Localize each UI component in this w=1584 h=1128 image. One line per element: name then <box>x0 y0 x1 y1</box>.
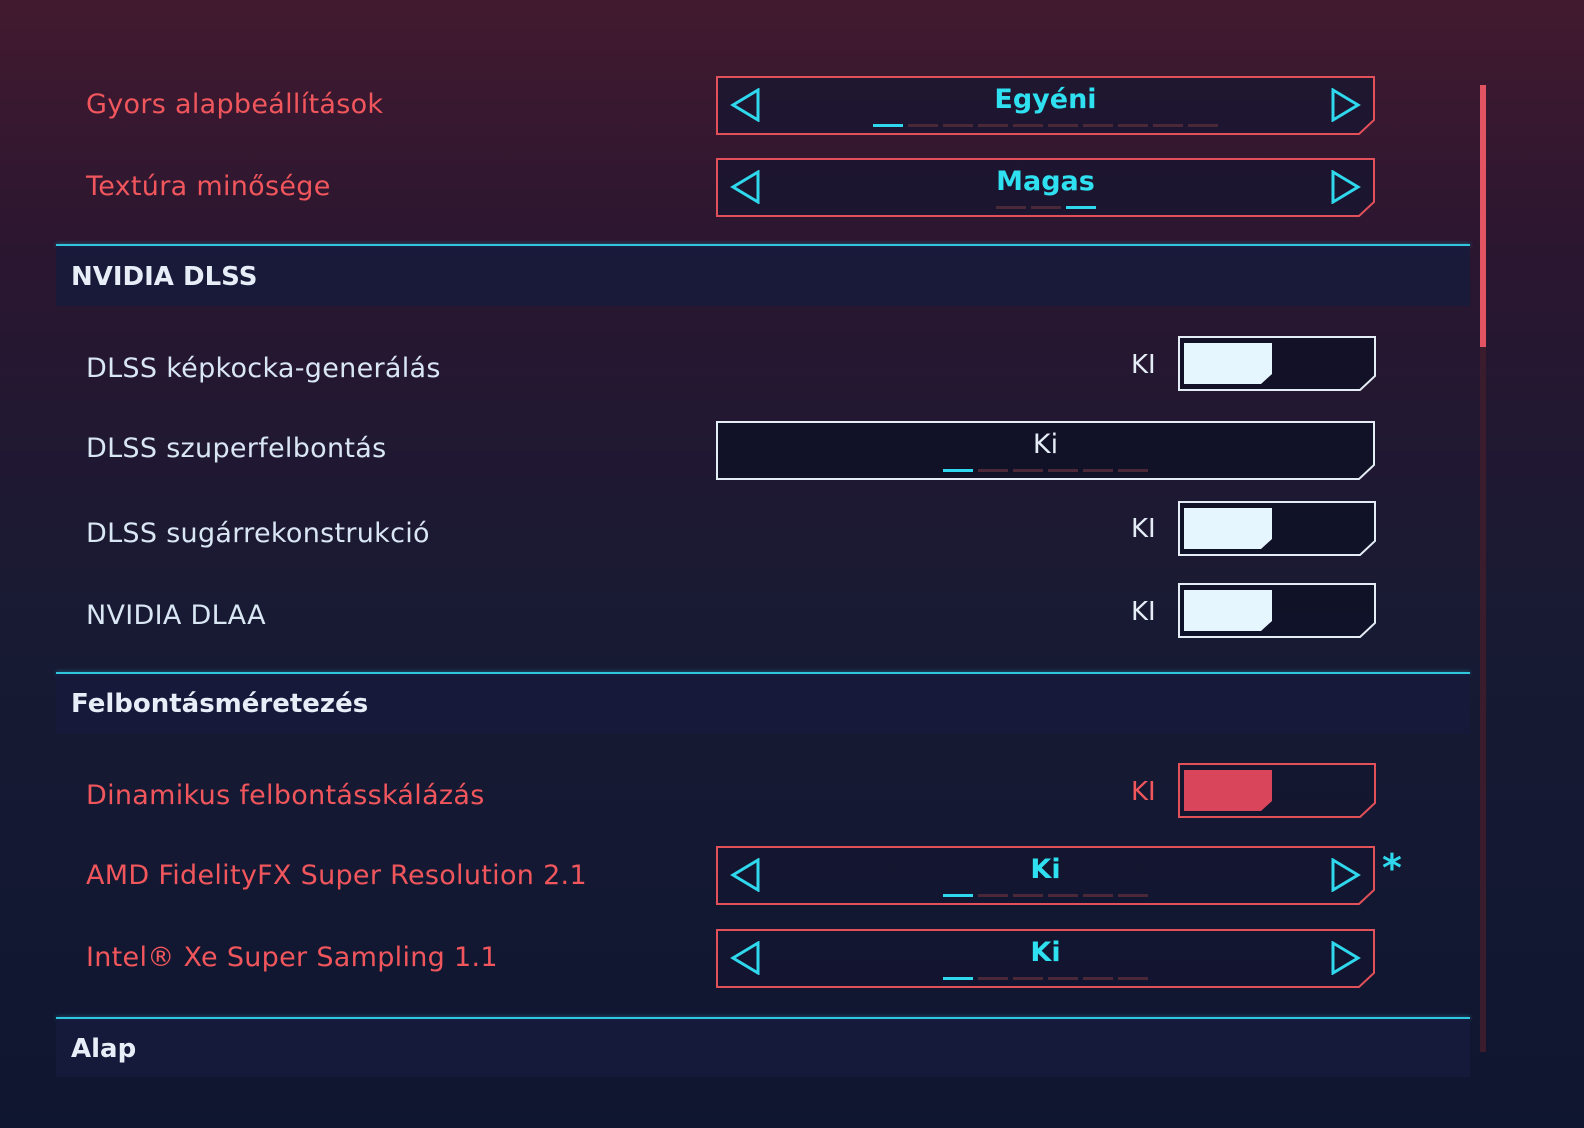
section-title-basic: Alap <box>71 1034 137 1064</box>
scrollbar-thumb[interactable] <box>1480 85 1486 347</box>
amd-fsr-selector[interactable]: Ki <box>716 846 1375 905</box>
intel-xess-value: Ki <box>1030 937 1061 968</box>
dynamic-resolution-label: Dinamikus felbontásskálázás <box>86 780 485 811</box>
dlss-level-indicator <box>716 469 1375 472</box>
quick-preset-value: Egyéni <box>994 84 1097 115</box>
section-title-resolution-scaling: Felbontásméretezés <box>71 689 369 719</box>
nvidia-dlaa-toggle[interactable] <box>1178 583 1376 638</box>
dlss-frame-generation-state: KI <box>1131 350 1156 380</box>
arrow-right-icon[interactable] <box>1329 170 1361 204</box>
xess-level-indicator <box>716 977 1375 980</box>
section-title-dlss: NVIDIA DLSS <box>71 262 258 292</box>
texture-level-indicator <box>716 206 1375 209</box>
fsr-level-indicator <box>716 894 1375 897</box>
toggle-frame <box>1178 583 1376 638</box>
dlss-super-resolution-value: Ki <box>1032 429 1059 460</box>
arrow-right-icon[interactable] <box>1329 88 1361 122</box>
section-header-dlss <box>56 246 1470 306</box>
nvidia-dlaa-label: NVIDIA DLAA <box>86 600 266 631</box>
dlss-frame-generation-toggle[interactable] <box>1178 336 1376 391</box>
dlss-ray-reconstruction-state: KI <box>1131 514 1156 544</box>
dlss-super-resolution-label: DLSS szuperfelbontás <box>86 433 387 464</box>
dynamic-resolution-state: KI <box>1131 777 1156 807</box>
arrow-right-icon[interactable] <box>1329 941 1361 975</box>
intel-xess-selector[interactable]: Ki <box>716 929 1375 988</box>
nvidia-dlaa-state: KI <box>1131 597 1156 627</box>
intel-xess-label: Intel® Xe Super Sampling 1.1 <box>86 942 498 973</box>
toggle-frame <box>1178 501 1376 556</box>
preset-level-indicator <box>716 124 1375 127</box>
texture-quality-label: Textúra minősége <box>86 171 331 202</box>
quick-preset-label: Gyors alapbeállítások <box>86 89 384 120</box>
modified-marker: * <box>1382 846 1402 890</box>
amd-fsr-label: AMD FidelityFX Super Resolution 2.1 <box>86 860 587 891</box>
section-header-basic <box>56 1019 1470 1077</box>
dlss-frame-generation-label: DLSS képkocka-generálás <box>86 353 441 384</box>
texture-quality-selector[interactable]: Magas <box>716 158 1375 217</box>
dynamic-resolution-toggle[interactable] <box>1178 763 1376 818</box>
amd-fsr-value: Ki <box>1030 854 1061 885</box>
quick-preset-selector[interactable]: Egyéni <box>716 76 1375 135</box>
dlss-super-resolution-selector[interactable]: Ki <box>716 421 1375 480</box>
arrow-right-icon[interactable] <box>1329 858 1361 892</box>
toggle-frame <box>1178 336 1376 391</box>
dlss-ray-reconstruction-toggle[interactable] <box>1178 501 1376 556</box>
texture-quality-value: Magas <box>996 166 1095 197</box>
toggle-frame <box>1178 763 1376 818</box>
dlss-ray-reconstruction-label: DLSS sugárrekonstrukció <box>86 518 430 549</box>
